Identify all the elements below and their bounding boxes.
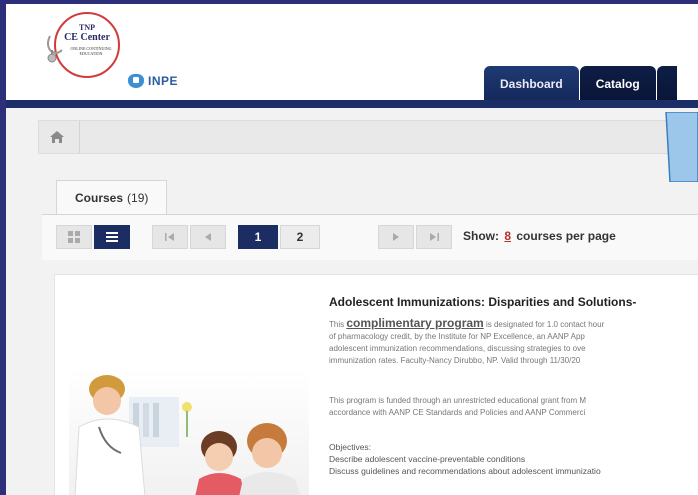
nav-tab-catalog[interactable]: Catalog — [579, 66, 656, 102]
per-page-control: Show: 8 courses per page — [463, 229, 616, 243]
page-1-button[interactable]: 1 — [238, 225, 278, 249]
inpe-text: INPE — [148, 74, 179, 88]
course-card: Adolescent Immunizations: Disparities an… — [54, 274, 698, 495]
breadcrumb-separator — [79, 121, 80, 153]
tab-courses-label: Courses — [75, 190, 124, 205]
logo-line1: TNP — [79, 23, 95, 32]
desc-prefix: This — [329, 320, 347, 329]
nav-tab-next[interactable] — [656, 66, 677, 102]
breadcrumb — [38, 120, 698, 154]
per-page-prefix: Show: — [463, 229, 499, 243]
objectives-label: Objectives: — [329, 442, 372, 452]
nav-tab-dashboard[interactable]: Dashboard — [484, 66, 579, 102]
nav-strip — [6, 100, 698, 108]
main-content: Courses (19) 1 2 Show: 8 courses per pag… — [6, 108, 698, 495]
course-tabs: Courses (19) — [56, 180, 168, 214]
main-nav: Dashboard Catalog — [484, 66, 677, 102]
desc-line3: adolescent immunization recommendations,… — [329, 344, 586, 353]
course-title[interactable]: Adolescent Immunizations: Disparities an… — [329, 295, 636, 309]
prev-pagination — [152, 225, 228, 249]
last-page-button[interactable] — [416, 225, 452, 249]
view-toggle — [56, 225, 132, 249]
list-icon — [106, 232, 118, 242]
tab-courses[interactable]: Courses (19) — [56, 180, 168, 214]
complimentary-program-link[interactable]: complimentary program — [346, 316, 483, 330]
per-page-suffix: courses per page — [516, 229, 616, 243]
first-page-icon — [165, 233, 174, 241]
grid-view-button[interactable] — [56, 225, 92, 249]
grid-icon — [68, 231, 80, 243]
browser-frame: TNP CE Center ONLINE CONTINUING EDUCATIO… — [6, 4, 698, 495]
desc-suffix: is designated for 1.0 contact hour — [483, 320, 605, 329]
funding-line1: This program is funded through an unrest… — [329, 396, 587, 405]
inpe-logo[interactable]: INPE — [128, 72, 178, 90]
page-2-button[interactable]: 2 — [280, 225, 320, 249]
stethoscope-icon — [47, 35, 63, 63]
objective-2: Discuss guidelines and recommendations a… — [329, 466, 601, 476]
funding-line2: accordance with AANP CE Standards and Po… — [329, 408, 586, 417]
next-page-icon — [393, 233, 399, 241]
prev-page-button[interactable] — [190, 225, 226, 249]
prev-page-icon — [205, 233, 211, 241]
logo-line3: ONLINE CONTINUING EDUCATION — [70, 46, 112, 56]
site-header: TNP CE Center ONLINE CONTINUING EDUCATIO… — [6, 4, 698, 102]
course-funding: This program is funded through an unrest… — [329, 395, 698, 419]
per-page-value[interactable]: 8 — [504, 229, 511, 243]
tab-courses-count: (19) — [127, 190, 149, 205]
course-photo-image — [69, 367, 309, 495]
objective-1: Describe adolescent vaccine-preventable … — [329, 454, 526, 464]
course-objectives: Objectives: Describe adolescent vaccine-… — [329, 441, 601, 477]
home-icon[interactable] — [49, 130, 65, 144]
inpe-badge-icon — [128, 74, 144, 88]
first-page-button[interactable] — [152, 225, 188, 249]
next-page-button[interactable] — [378, 225, 414, 249]
course-description: This complimentary program is designated… — [329, 317, 698, 367]
desc-line2: of pharmacology credit, by the Institute… — [329, 332, 585, 341]
page-numbers: 1 2 — [238, 225, 322, 249]
next-pagination — [378, 225, 454, 249]
list-toolbar: 1 2 Show: 8 courses per page — [42, 214, 698, 260]
callout-arrow-shape — [665, 112, 698, 182]
desc-line4: immunization rates. Faculty-Nancy Dirubb… — [329, 356, 581, 365]
last-page-icon — [430, 233, 439, 241]
list-view-button[interactable] — [94, 225, 130, 249]
